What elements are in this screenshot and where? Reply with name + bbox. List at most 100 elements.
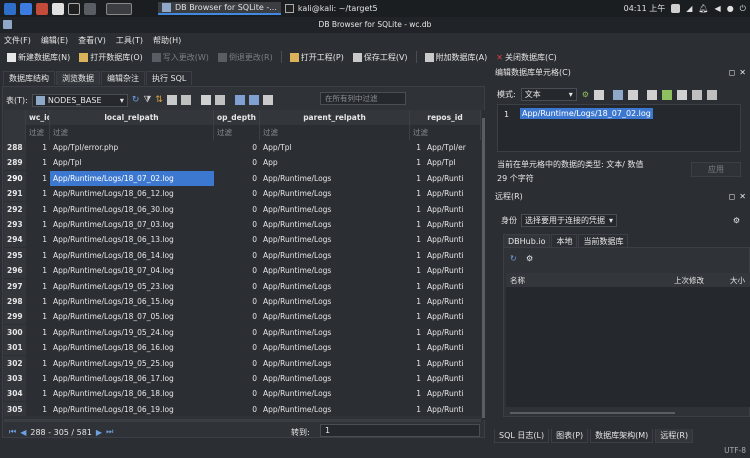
mode-select[interactable]: 文本 ▾ [520, 88, 577, 101]
cell-op-depth[interactable]: 0 [214, 171, 260, 186]
filter-repos-id[interactable]: 过滤 [410, 125, 481, 140]
auto-switch-icon[interactable]: ⚙ [582, 90, 589, 99]
cell-local-relpath[interactable]: App/Runtime/Logs/18_06_12.log [50, 186, 214, 201]
previous-record-icon[interactable]: ◀ [20, 428, 26, 437]
cell-repos-path[interactable]: App/Runti [424, 356, 481, 371]
terminal-icon[interactable] [68, 2, 80, 15]
identity-select[interactable]: 选择要用于连接的凭据 ▾ [521, 214, 617, 227]
cell-op-depth[interactable]: 0 [214, 309, 260, 324]
cell-repos-id[interactable]: 1 [410, 386, 424, 401]
tab-sql-log[interactable]: SQL 日志(L) [494, 429, 550, 443]
column-header-wc-id[interactable]: wc_id [26, 110, 50, 125]
cell-wc-id[interactable]: 1 [26, 371, 50, 386]
column-header-local-relpath[interactable]: local_relpath [50, 110, 214, 125]
cell-repos-path[interactable]: App/Runti [424, 402, 481, 416]
row-number[interactable]: 288 [4, 140, 26, 155]
cell-local-relpath[interactable]: App/Runtime/Logs/18_06_14.log [50, 248, 214, 263]
sort-icon[interactable]: ⇅ [155, 95, 163, 105]
browser-icon[interactable] [52, 2, 64, 15]
cell-parent-relpath[interactable]: App/Runtime/Logs [260, 232, 410, 247]
row-number[interactable]: 298 [4, 294, 26, 309]
cell-parent-relpath[interactable]: App/Runtime/Logs [260, 202, 410, 217]
table-row[interactable]: 299 1 App/Runtime/Logs/18_07_05.log 0 App/Ru… [4, 309, 481, 325]
column-header-parent-relpath[interactable]: parent_relpath [260, 110, 410, 125]
cell-repos-path[interactable]: App/Runti [424, 309, 481, 324]
row-number[interactable]: 293 [4, 217, 26, 232]
column-last-modified[interactable]: 上次修改 [674, 275, 704, 286]
find-icon[interactable] [234, 95, 245, 105]
cell-local-relpath[interactable]: App/Runtime/Logs/19_05_25.log [50, 356, 214, 371]
cell-repos-path[interactable]: App/Runti [424, 186, 481, 201]
table-row[interactable]: 290 1 App/Runtime/Logs/18_07_02.log 0 App/Ru… [4, 170, 481, 186]
cell-local-relpath[interactable]: App/Tpl/error.php [50, 140, 214, 155]
cell-wc-id[interactable]: 1 [26, 140, 50, 155]
row-number[interactable]: 292 [4, 201, 26, 217]
cell-local-relpath[interactable]: App/Runtime/Logs/18_06_17.log [50, 371, 214, 386]
cell-parent-relpath[interactable]: App/Runtime/Logs [260, 186, 410, 201]
cell-wc-id[interactable]: 1 [26, 340, 50, 355]
apply-button[interactable]: 应用 [691, 162, 741, 177]
cell-parent-relpath[interactable]: App/Runtime/Logs [260, 356, 410, 371]
refresh-remote-icon[interactable]: ↻ [510, 254, 517, 263]
cell-content[interactable]: App/Runtime/Logs/18_07_02.log [520, 108, 653, 119]
cell-local-relpath[interactable]: App/Runtime/Logs/19_05_23.log [50, 279, 214, 294]
table-row[interactable]: 295 1 App/Runtime/Logs/18_06_14.log 0 App/Ru… [4, 247, 481, 263]
cell-repos-id[interactable]: 1 [410, 202, 424, 217]
close-pane-icon[interactable]: ✕ [739, 192, 746, 201]
cell-repos-path[interactable]: App/Runti [424, 263, 481, 278]
table-row[interactable]: 288 1 App/Tpl/error.php 0 App/Tpl 1 App/Tpl/er [4, 140, 481, 155]
cell-repos-id[interactable]: 1 [410, 171, 424, 186]
cell-repos-path[interactable]: App/Tpl [424, 155, 481, 170]
cell-op-depth[interactable]: 0 [214, 263, 260, 278]
cell-op-depth[interactable]: 0 [214, 371, 260, 386]
cell-wc-id[interactable]: 1 [26, 325, 50, 340]
close-database-button[interactable]: ✕ 关闭数据库(C) [493, 49, 560, 65]
cell-repos-id[interactable]: 1 [410, 294, 424, 309]
cell-local-relpath[interactable]: App/Runtime/Logs/18_06_16.log [50, 340, 214, 355]
remote-settings-icon[interactable]: ⚙ [733, 216, 740, 225]
cell-local-relpath[interactable]: App/Runtime/Logs/18_06_30.log [50, 202, 214, 217]
row-number[interactable]: 297 [4, 278, 26, 294]
new-database-button[interactable]: 新建数据库(N) [4, 49, 73, 65]
float-pane-icon[interactable]: ◻ [729, 192, 736, 201]
tab-database-structure[interactable]: 数据库结构 [3, 71, 55, 85]
cell-wc-id[interactable]: 1 [26, 217, 50, 232]
table-row[interactable]: 298 1 App/Runtime/Logs/18_06_15.log 0 App/Ru… [4, 294, 481, 309]
cell-repos-id[interactable]: 1 [410, 263, 424, 278]
cell-local-relpath[interactable]: App/Runtime/Logs/18_06_15.log [50, 294, 214, 309]
table-select[interactable]: NODES_BASE ▾ [31, 93, 128, 107]
save-filter-icon[interactable] [166, 95, 177, 105]
network-icon[interactable]: ◢ [686, 4, 692, 13]
tab-db-schema[interactable]: 数据库架构(M) [590, 429, 654, 443]
cell-repos-path[interactable]: App/Tpl/er [424, 140, 481, 155]
cell-repos-id[interactable]: 1 [410, 371, 424, 386]
cell-op-depth[interactable]: 0 [214, 294, 260, 309]
menu-help[interactable]: 帮助(H) [153, 35, 181, 46]
clone-icon[interactable]: ⚙ [526, 254, 533, 263]
copy-icon[interactable] [676, 89, 687, 100]
cell-repos-id[interactable]: 1 [410, 140, 424, 155]
cell-local-relpath[interactable]: App/Runtime/Logs/19_05_24.log [50, 325, 214, 340]
export-icon[interactable] [262, 95, 273, 105]
cell-repos-path[interactable]: App/Runti [424, 171, 481, 186]
attach-database-button[interactable]: 附加数据库(A) [422, 49, 491, 65]
open-project-button[interactable]: 打开工程(P) [287, 49, 347, 65]
cell-repos-id[interactable]: 1 [410, 325, 424, 340]
cell-op-depth[interactable]: 0 [214, 140, 260, 155]
cell-parent-relpath[interactable]: App [260, 155, 410, 170]
paste-icon[interactable] [691, 89, 702, 100]
cell-wc-id[interactable]: 1 [26, 386, 50, 401]
table-row[interactable]: 296 1 App/Runtime/Logs/18_07_04.log 0 App/Ru… [4, 263, 481, 279]
find-replace-icon[interactable] [248, 95, 259, 105]
last-record-icon[interactable]: ⏭ [106, 427, 113, 437]
table-row[interactable]: 297 1 App/Runtime/Logs/19_05_23.log 0 App/Ru… [4, 278, 481, 294]
cell-wc-id[interactable]: 1 [26, 309, 50, 324]
write-changes-button[interactable]: 写入更改(W) [149, 49, 212, 65]
cell-op-depth[interactable]: 0 [214, 356, 260, 371]
tab-execute-sql[interactable]: 执行 SQL [146, 71, 193, 85]
cell-parent-relpath[interactable]: App/Runtime/Logs [260, 386, 410, 401]
cell-repos-path[interactable]: App/Runti [424, 248, 481, 263]
cell-repos-path[interactable]: App/Runti [424, 294, 481, 309]
remote-list[interactable] [506, 287, 750, 407]
file-manager-icon[interactable] [36, 2, 48, 15]
